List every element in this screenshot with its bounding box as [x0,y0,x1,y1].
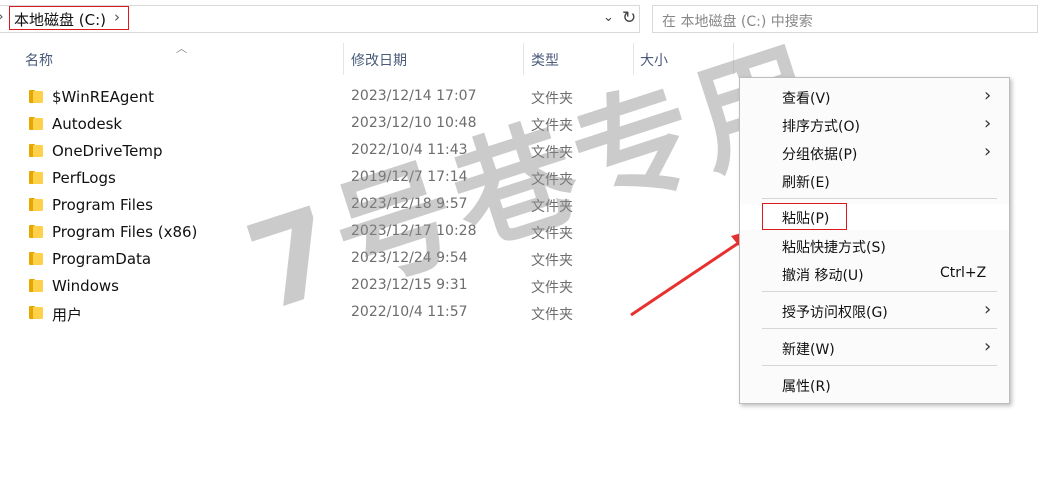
list-item[interactable]: PerfLogs 2019/12/7 17:14 文件夹 [20,165,740,192]
file-type: 文件夹 [531,199,573,215]
folder-icon [29,306,43,319]
file-name: Autodesk [52,115,123,133]
file-type: 文件夹 [531,145,573,161]
menu-item-sort[interactable]: 排序方式(O) › [740,112,1009,138]
file-date: 2023/12/24 9:54 [351,250,468,266]
menu-divider [762,365,997,366]
file-name: Program Files (x86) [52,223,198,241]
chevron-right-icon: › [984,141,992,162]
file-type: 文件夹 [531,91,573,107]
file-type: 文件夹 [531,253,573,269]
menu-shortcut: Ctrl+Z [940,265,987,281]
column-divider[interactable] [733,43,734,75]
file-date: 2023/12/17 10:28 [351,223,477,239]
menu-label: 属性(R) [782,379,831,395]
menu-item-grant-access[interactable]: 授予访问权限(G) › [740,298,1009,324]
menu-label: 粘贴(P) [782,211,830,227]
list-item[interactable]: Program Files 2023/12/18 9:57 文件夹 [20,192,740,219]
refresh-icon[interactable]: ↻ [622,8,636,28]
file-date: 2023/12/15 9:31 [351,277,468,293]
chevron-right-icon: › [984,336,992,357]
menu-item-view[interactable]: 查看(V) › [740,84,1009,110]
menu-item-new[interactable]: 新建(W) › [740,335,1009,361]
file-name: ProgramData [52,250,152,268]
folder-icon [29,171,43,184]
file-date: 2022/10/4 11:43 [351,142,468,158]
file-name: $WinREAgent [52,88,155,106]
file-name: Program Files [52,196,153,214]
menu-item-paste[interactable]: 粘贴(P) [740,203,1009,230]
file-date: 2022/10/4 11:57 [351,304,468,320]
folder-icon [29,144,43,157]
column-divider[interactable] [523,43,524,75]
breadcrumb-chevron-right-icon[interactable]: › [114,8,120,26]
file-type: 文件夹 [531,226,573,242]
list-item[interactable]: Autodesk 2023/12/10 10:48 文件夹 [20,111,740,138]
file-name: Windows [52,277,119,295]
file-name: PerfLogs [52,169,116,187]
chevron-right-icon: › [984,299,992,320]
menu-label: 查看(V) [782,91,831,107]
menu-item-refresh[interactable]: 刷新(E) [740,168,1009,194]
file-date: 2023/12/14 17:07 [351,88,477,104]
menu-label: 撤消 移动(U) [782,268,864,284]
sort-up-icon: ︿ [176,42,187,55]
folder-icon [29,252,43,265]
file-date: 2023/12/18 9:57 [351,196,468,212]
menu-label: 授予访问权限(G) [782,305,888,321]
file-date: 2023/12/10 10:48 [351,115,477,131]
menu-item-undo[interactable]: 撤消 移动(U) Ctrl+Z [740,261,1009,287]
list-item[interactable]: OneDriveTemp 2022/10/4 11:43 文件夹 [20,138,740,165]
file-type: 文件夹 [531,118,573,134]
breadcrumb-chevron-icon[interactable]: › [0,9,4,25]
menu-label: 分组依据(P) [782,147,858,163]
column-header-date[interactable]: 修改日期 [351,50,407,70]
column-header-size[interactable]: 大小 [640,50,668,70]
chevron-down-icon[interactable]: ⌄ [603,10,614,25]
search-placeholder: 在 本地磁盘 (C:) 中搜索 [662,14,813,30]
column-header-name[interactable]: 名称 [25,50,53,70]
file-type: 文件夹 [531,307,573,323]
menu-divider [762,198,997,199]
folder-icon [29,225,43,238]
folder-icon [29,117,43,130]
file-type: 文件夹 [531,172,573,188]
menu-item-properties[interactable]: 属性(R) [740,372,1009,398]
chevron-right-icon: › [984,85,992,106]
menu-divider [762,328,997,329]
folder-icon [29,279,43,292]
address-bar-area: › 本地磁盘 (C:) › ⌄ ↻ 在 本地磁盘 (C:) 中搜索 [0,0,1041,40]
menu-divider [762,291,997,292]
menu-label: 新建(W) [782,342,835,358]
menu-label: 排序方式(O) [782,119,860,135]
file-type: 文件夹 [531,280,573,296]
chevron-right-icon: › [984,113,992,134]
context-menu: 查看(V) › 排序方式(O) › 分组依据(P) › 刷新(E) 粘贴(P) … [739,77,1010,404]
menu-item-group[interactable]: 分组依据(P) › [740,140,1009,166]
file-name: OneDriveTemp [52,142,163,160]
menu-item-paste-shortcut[interactable]: 粘贴快捷方式(S) [740,233,1009,259]
folder-icon [29,198,43,211]
menu-label: 刷新(E) [782,175,830,191]
breadcrumb-location[interactable]: 本地磁盘 (C:) [14,9,106,30]
list-item[interactable]: $WinREAgent 2023/12/14 17:07 文件夹 [20,84,740,111]
column-header-type[interactable]: 类型 [531,50,559,70]
folder-icon [29,90,43,103]
file-date: 2019/12/7 17:14 [351,169,468,185]
column-divider[interactable] [633,43,634,75]
menu-label: 粘贴快捷方式(S) [782,240,886,256]
column-divider[interactable] [343,43,344,75]
file-name: 用户 [52,306,83,324]
